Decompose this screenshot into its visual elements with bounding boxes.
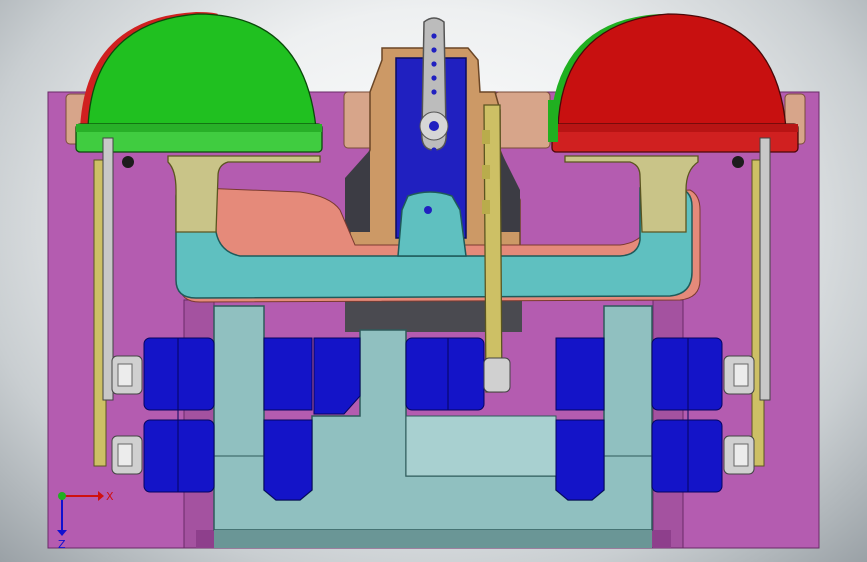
motor-r1-bot — [555, 419, 605, 501]
horn-hole-3 — [431, 61, 437, 67]
cad-viewport[interactable]: X Z — [0, 0, 867, 562]
motor-c2-top — [405, 337, 485, 411]
triad-x-label: X — [106, 490, 114, 503]
pushrod-right-gray — [759, 137, 771, 401]
horn-hole-5 — [431, 89, 437, 95]
triad-origin — [58, 492, 66, 500]
motor-r1-top — [555, 337, 605, 411]
triad-z-label: Z — [58, 538, 66, 551]
green-dome — [87, 13, 317, 129]
motor-l1-bot — [143, 419, 215, 493]
green-dome-collar-band — [76, 124, 322, 132]
center-link-bar — [483, 104, 503, 393]
motor-r2-bot — [651, 419, 723, 493]
horn-hole-7 — [431, 161, 437, 167]
nut-right-top-face — [733, 363, 749, 387]
frame-bottom-edge-left — [196, 530, 214, 548]
pushrod-left-gray — [102, 137, 114, 401]
motor-l2-bot — [263, 419, 313, 501]
nut-center — [483, 357, 511, 393]
center-link-tooth-1 — [482, 130, 490, 144]
assembly-drawing: X Z — [47, 12, 820, 551]
frame-hole-right — [732, 156, 744, 168]
motor-c-top — [313, 337, 361, 415]
motor-l2-top — [263, 337, 313, 411]
slider-right-inset — [405, 415, 557, 477]
horn-hole-9 — [424, 206, 432, 214]
frame-bottom-edge-right — [653, 530, 671, 548]
motor-r2-top — [651, 337, 723, 411]
green-dome-assembly — [75, 12, 323, 153]
motor-l1-top — [143, 337, 215, 411]
horn-hole-4 — [431, 75, 437, 81]
red-dome — [557, 13, 787, 129]
nut-left-top-face — [117, 363, 133, 387]
red-dome-assembly — [548, 13, 799, 153]
arm-center-stem — [397, 191, 467, 257]
horn-hole-6 — [431, 147, 437, 153]
center-link-tooth-3 — [482, 200, 490, 214]
horn-hole-2 — [431, 47, 437, 53]
nut-left-bot-face — [117, 443, 133, 467]
horn-hub-center — [429, 121, 439, 131]
center-link-tooth-2 — [482, 165, 490, 179]
red-dome-collar-band — [552, 124, 798, 132]
horn-hole-1 — [431, 33, 437, 39]
frame-hole-left — [122, 156, 134, 168]
nut-right-bot-face — [733, 443, 749, 467]
slider-bottom-shadow — [214, 530, 652, 548]
horn-hole-8 — [431, 175, 437, 181]
bearing-right-inner — [494, 91, 551, 149]
red-dome-side-tab — [548, 100, 558, 142]
